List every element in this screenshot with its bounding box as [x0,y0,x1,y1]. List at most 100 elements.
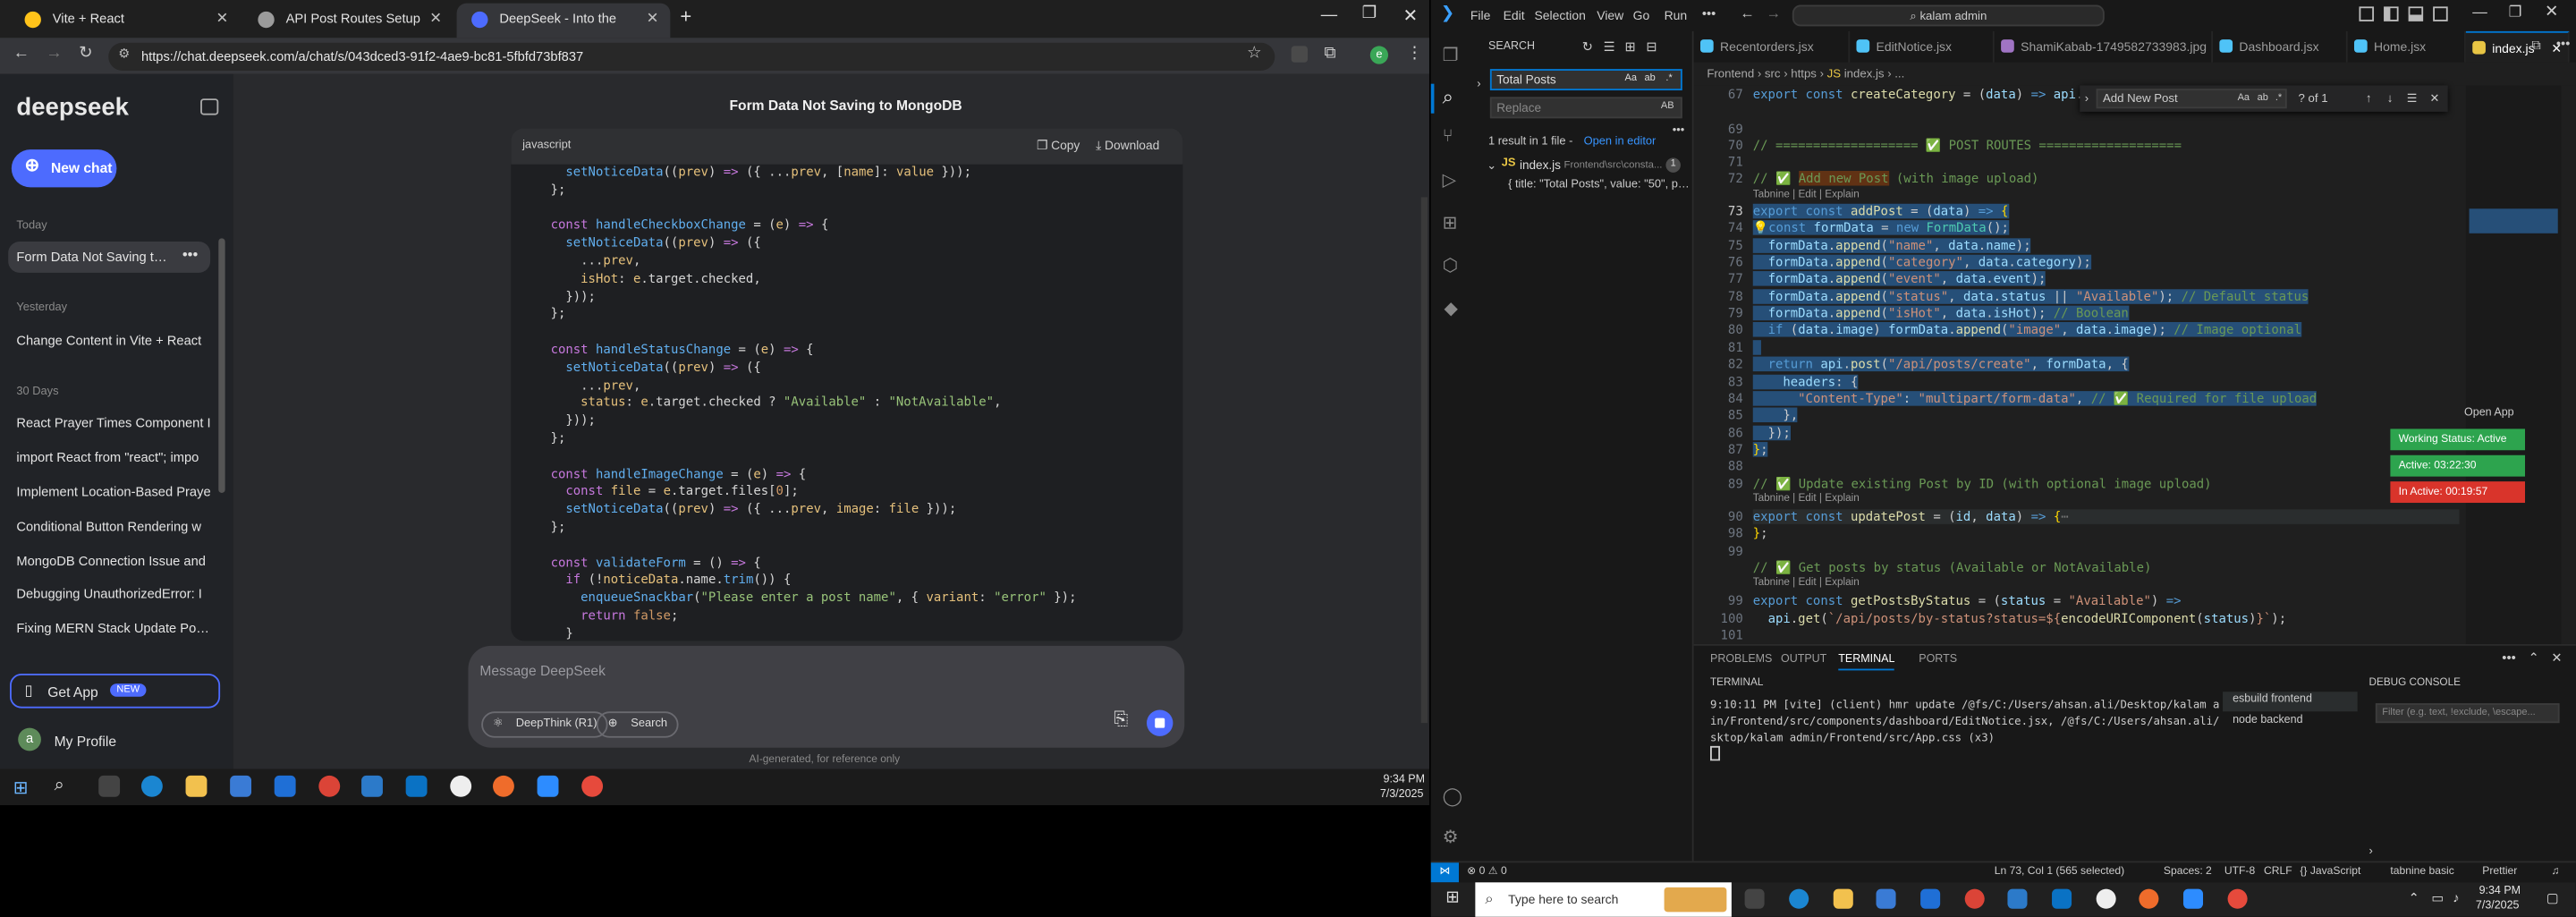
match-case-icon[interactable]: Aa [1624,71,1636,89]
expand-icon[interactable]: › [2369,846,2373,858]
search-toggle[interactable]: ⊕ Search [596,711,679,738]
menu-run[interactable]: Run [1665,8,1688,23]
close-window-icon[interactable]: ✕ [2545,4,2558,21]
chat-item[interactable]: import React from "react"; impo [16,450,213,465]
app-icon[interactable] [361,775,383,797]
app-icon[interactable] [2227,888,2248,909]
close-tab-icon[interactable]: ✕ [647,4,659,35]
new-tab-button[interactable]: + [680,5,691,29]
menu-go[interactable]: Go [1633,8,1650,23]
store-icon[interactable] [230,775,252,797]
collapse-all-icon[interactable]: ⊟ [1646,39,1657,55]
get-app-button[interactable]: ▯ Get App NEW [10,674,221,709]
app-icon[interactable] [2096,888,2116,909]
toggle-replace-chevron-icon[interactable]: › [1477,79,1480,90]
deepseek-logo[interactable]: deepseek [16,94,129,122]
preserve-case-icon[interactable]: AB [1661,98,1674,116]
file-explorer-icon[interactable] [185,775,208,797]
toggle-secondary-icon[interactable] [2433,6,2448,21]
result-file-name[interactable]: index.js [1520,157,1561,173]
toggle-sidebar-icon[interactable] [2384,6,2399,21]
app-icon[interactable] [450,775,472,797]
tray-chevron-icon[interactable]: ⌃ [2409,890,2419,905]
close-window-icon[interactable]: ✕ [1403,5,1419,27]
reload-icon[interactable]: ↻ [79,45,92,63]
close-tab-icon[interactable]: ✕ [429,4,442,35]
task-view-icon[interactable] [98,775,121,797]
open-app-link[interactable]: Open App [2464,408,2514,420]
send-button[interactable] [1147,709,1174,736]
account-icon[interactable]: ◯ [1443,785,1463,807]
expand-chevron-icon[interactable]: ⌄ [1487,159,1496,173]
taskbar-time[interactable]: 9:34 PM [2479,886,2521,897]
menu-edit[interactable]: Edit [1504,8,1525,23]
zoom-icon[interactable] [2182,888,2204,909]
nav-back-icon[interactable]: ← [1740,5,1755,21]
layout-icon[interactable] [2359,6,2375,21]
chat-item[interactable]: Conditional Button Rendering w [16,519,213,534]
panel-tab-ports[interactable]: PORTS [1919,654,1957,666]
whole-word-icon[interactable]: ab [1645,71,1656,89]
zoom-icon[interactable] [537,775,559,797]
terminal-tab-node[interactable]: node backend [2223,713,2358,733]
extensions-icon[interactable]: ⊞ [1443,212,1458,233]
chat-item[interactable]: Debugging UnauthorizedError: I [16,587,213,602]
chrome-icon[interactable] [318,775,341,797]
chat-options-icon[interactable]: ••• [182,247,198,263]
search-icon[interactable]: ⌕ [1443,86,1453,111]
site-info-icon[interactable]: ⚙ [118,46,130,61]
tab-editnotice[interactable]: EditNotice.jsx [1850,30,1995,63]
tab-home[interactable]: Home.jsx [2348,30,2466,63]
vscode-icon[interactable] [2052,888,2072,909]
debug-filter-input[interactable]: Filter (e.g. text, !exclude, \escape... [2375,703,2560,724]
replace-input[interactable]: Replace AB [1489,97,1682,119]
source-control-icon[interactable]: ⑂ [1443,126,1453,146]
extensions-puzzle-icon[interactable]: ⧉ [1324,45,1335,63]
bookmark-star-icon[interactable]: ☆ [1247,45,1261,63]
terminal-tab-esbuild[interactable]: esbuild frontend [2223,692,2358,712]
run-debug-icon[interactable]: ▷ [1443,169,1457,191]
toggle-panel-icon[interactable] [2408,6,2424,21]
whole-word-icon[interactable]: ab [2258,86,2268,112]
edge-icon[interactable] [140,775,163,797]
nav-forward-icon[interactable]: → [1766,5,1781,21]
browser-menu-icon[interactable]: ⋮ [1406,45,1422,63]
chrome-icon[interactable] [1964,888,1985,909]
chat-item[interactable]: React Prayer Times Component I [16,416,213,431]
more-menu-icon[interactable]: ••• [1702,6,1716,21]
explorer-icon[interactable]: ❐ [1443,45,1459,65]
open-in-editor-link[interactable]: Open in editor [1584,136,1657,148]
encoding-status[interactable]: UTF-8 [2224,862,2255,882]
network-icon[interactable]: ▭ [2431,890,2444,905]
store-icon[interactable] [1876,888,1896,909]
edge-icon[interactable] [1789,888,1809,909]
language-mode[interactable]: {} JavaScript [2300,862,2360,882]
match-case-icon[interactable]: Aa [2238,86,2250,112]
app-icon[interactable] [581,775,604,797]
postman-icon[interactable] [2139,888,2159,909]
eol-status[interactable]: CRLF [2264,862,2292,882]
next-match-icon[interactable]: ↓ [2387,86,2394,112]
message-input[interactable]: Message DeepSeek [479,662,606,678]
profile-avatar-icon[interactable]: e [1369,46,1389,64]
page-scrollbar[interactable] [1420,197,1428,724]
menu-selection[interactable]: Selection [1534,8,1585,23]
refresh-icon[interactable]: ↻ [1582,39,1593,55]
tab-index[interactable]: index.js ✕ [2465,30,2570,63]
url-input[interactable]: https://chat.deepseek.com/a/chat/s/043dc… [108,42,1275,71]
remote-indicator-icon[interactable]: ⋈ [1430,862,1459,883]
search-icon[interactable]: ⌕ [55,776,64,797]
my-profile-link[interactable]: My Profile [55,733,116,749]
problems-status[interactable]: ⊗ 0 ⚠ 0 [1467,862,1507,882]
download-button[interactable]: ⤓ Download [1096,128,1159,164]
back-icon[interactable]: ← [13,45,30,63]
notification-center-icon[interactable]: ▢ [2546,890,2559,905]
copy-button[interactable]: ❐ Copy [1037,128,1080,164]
chat-item[interactable]: MongoDB Connection Issue and [16,554,213,569]
task-view-icon[interactable] [1744,888,1765,909]
chat-item-label[interactable]: Form Data Not Saving to M [16,250,171,265]
find-in-selection-icon[interactable]: ☰ [2407,86,2418,112]
vscode-icon[interactable] [405,775,428,797]
command-center[interactable]: ⌕ kalam admin [1792,4,2105,27]
taskbar-date[interactable]: 7/3/2025 [2476,901,2520,913]
